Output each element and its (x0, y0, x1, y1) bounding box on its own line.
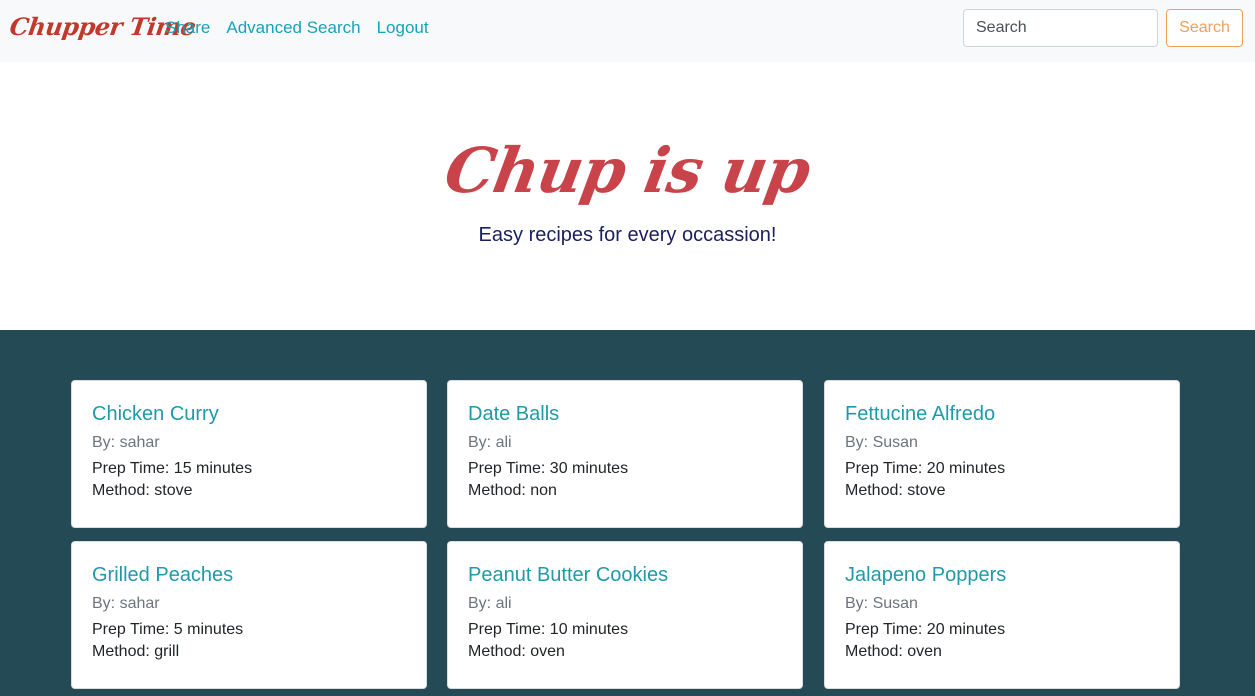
nav-link-advanced-search[interactable]: Advanced Search (226, 18, 360, 38)
nav-link-logout[interactable]: Logout (377, 18, 429, 38)
recipe-method: Method: grill (92, 643, 180, 660)
nav-link-share[interactable]: Share (165, 18, 210, 38)
recipe-method: Method: oven (468, 643, 565, 660)
recipe-author: By: sahar (92, 434, 160, 451)
recipe-method: Method: stove (845, 482, 946, 499)
recipe-card: Grilled Peaches By: sahar Prep Time: 5 m… (71, 541, 427, 689)
recipe-title[interactable]: Jalapeno Poppers (845, 564, 1159, 587)
search-form: Search (963, 9, 1243, 47)
recipe-prep-time: Prep Time: 20 minutes (845, 460, 1006, 477)
recipe-card: Chicken Curry By: sahar Prep Time: 15 mi… (71, 380, 427, 528)
recipe-title[interactable]: Fettucine Alfredo (845, 403, 1159, 426)
recipe-method: Method: oven (845, 643, 942, 660)
hero-subtitle: Easy recipes for every occassion! (478, 224, 777, 246)
recipe-cards-section: Chicken Curry By: sahar Prep Time: 15 mi… (0, 330, 1255, 696)
recipe-author: By: ali (468, 434, 512, 451)
recipe-title[interactable]: Grilled Peaches (92, 564, 406, 587)
hero-title: Chup is up (439, 134, 816, 207)
recipe-title[interactable]: Date Balls (468, 403, 782, 426)
hero: Chup is up Easy recipes for every occass… (0, 62, 1255, 330)
recipe-card: Date Balls By: ali Prep Time: 30 minutes… (447, 380, 803, 528)
recipe-author: By: sahar (92, 595, 160, 612)
recipe-prep-time: Prep Time: 30 minutes (468, 460, 629, 477)
recipe-prep-time: Prep Time: 5 minutes (92, 621, 244, 638)
recipe-author: By: Susan (845, 434, 918, 451)
nav-links: Share Advanced Search Logout (165, 18, 429, 38)
recipe-prep-time: Prep Time: 10 minutes (468, 621, 629, 638)
recipe-title[interactable]: Chicken Curry (92, 403, 406, 426)
recipe-author: By: Susan (845, 595, 918, 612)
recipe-card: Fettucine Alfredo By: Susan Prep Time: 2… (824, 380, 1180, 528)
recipe-method: Method: stove (92, 482, 193, 499)
recipe-prep-time: Prep Time: 20 minutes (845, 621, 1006, 638)
recipe-title[interactable]: Peanut Butter Cookies (468, 564, 782, 587)
recipe-prep-time: Prep Time: 15 minutes (92, 460, 253, 477)
recipe-card: Peanut Butter Cookies By: ali Prep Time:… (447, 541, 803, 689)
navbar: Chupper Time Share Advanced Search Logou… (0, 0, 1255, 62)
search-input[interactable] (963, 9, 1158, 47)
recipe-author: By: ali (468, 595, 512, 612)
recipe-method: Method: non (468, 482, 557, 499)
recipe-card: Jalapeno Poppers By: Susan Prep Time: 20… (824, 541, 1180, 689)
search-button[interactable]: Search (1166, 9, 1243, 47)
